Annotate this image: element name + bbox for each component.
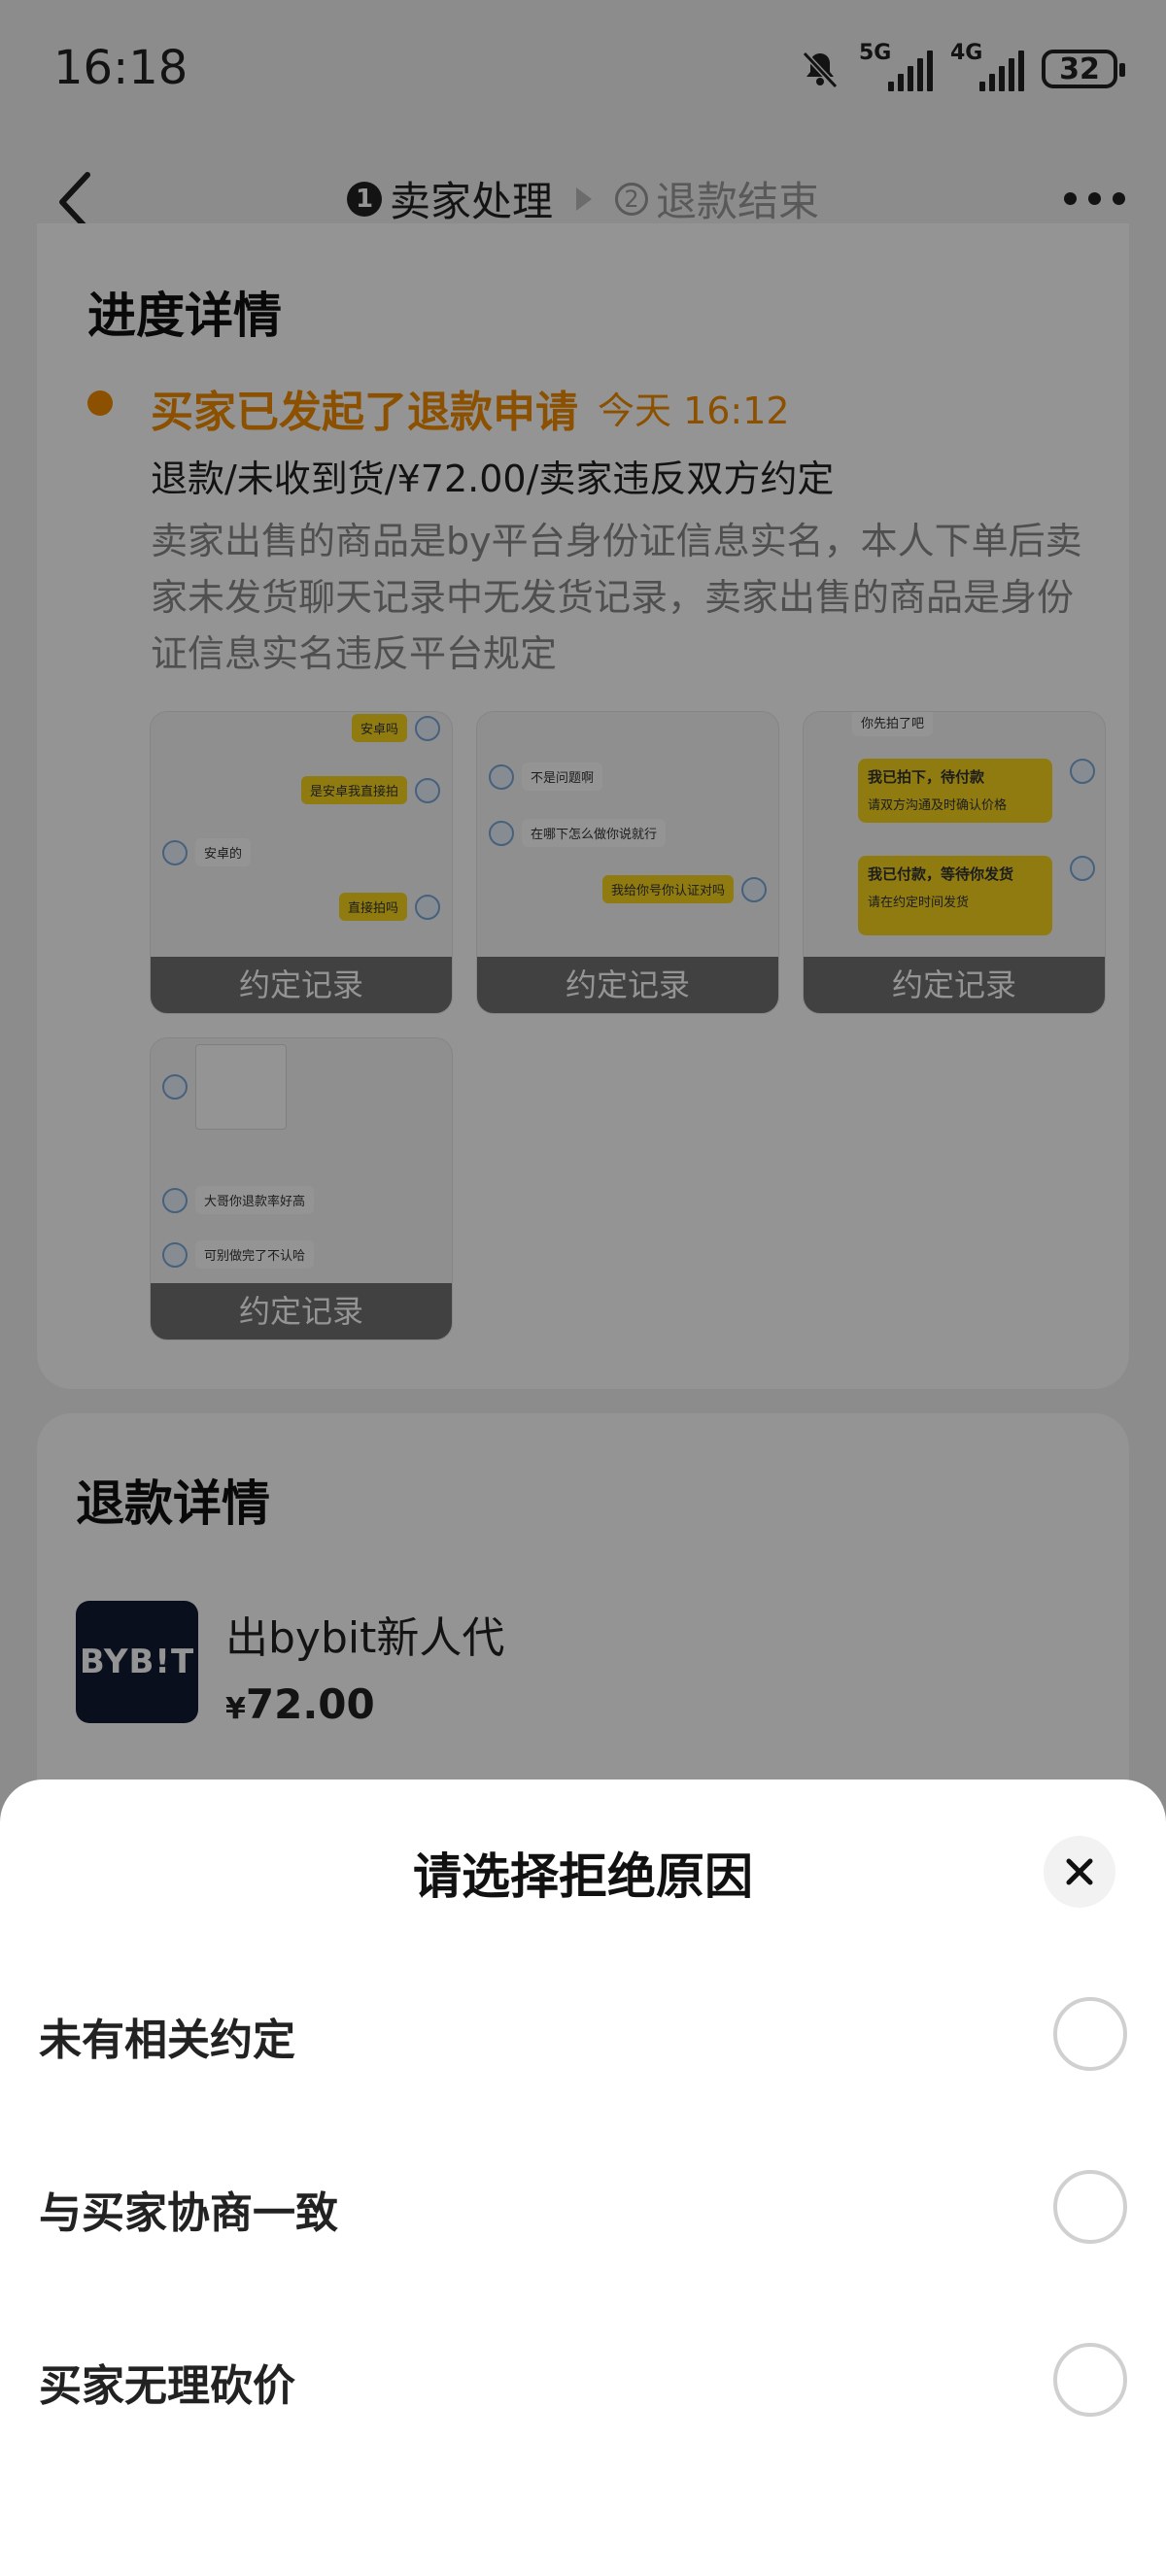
option-label: 买家无理砍价	[39, 2361, 295, 2411]
reason-option-unreasonable-bargain[interactable]: 买家无理砍价	[0, 2306, 1166, 2452]
option-label: 未有相关约定	[39, 2016, 295, 2065]
radio-button[interactable]	[1053, 2170, 1127, 2244]
reason-option-negotiated[interactable]: 与买家协商一致	[0, 2133, 1166, 2279]
radio-button[interactable]	[1053, 1997, 1127, 2071]
close-icon	[1066, 1858, 1093, 1885]
reject-reason-sheet: 请选择拒绝原因 未有相关约定 与买家协商一致 买家无理砍价	[0, 1779, 1166, 2576]
reason-option-no-agreement[interactable]: 未有相关约定	[0, 1960, 1166, 2106]
sheet-title: 请选择拒绝原因	[413, 1848, 753, 1905]
close-button[interactable]	[1044, 1836, 1115, 1908]
radio-button[interactable]	[1053, 2343, 1127, 2417]
option-label: 与买家协商一致	[39, 2188, 338, 2238]
